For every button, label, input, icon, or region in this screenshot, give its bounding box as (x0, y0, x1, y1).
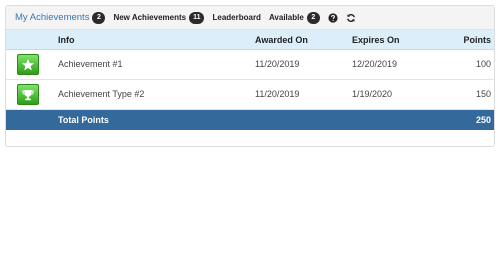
tab-label: Leaderboard (212, 13, 261, 22)
achievement-icon-cell (17, 84, 39, 105)
achievement-info: Achievement Type #2 (58, 89, 145, 99)
table-header: Info Awarded On Expires On Points (6, 30, 494, 50)
tab-bar: My Achievements 2 New Achievements 11 Le… (6, 6, 494, 30)
tab-label: Available (268, 13, 304, 22)
total-points-row: Total Points 250 (6, 110, 494, 130)
achievements-panel: My Achievements 2 New Achievements 11 Le… (5, 5, 495, 147)
awarded-on: 11/20/2019 (255, 89, 300, 99)
refresh-icon[interactable] (346, 13, 356, 23)
tab-leaderboard[interactable]: Leaderboard (212, 13, 260, 22)
achievement-icon-cell (17, 54, 39, 75)
achievement-info: Achievement #1 (58, 59, 123, 69)
column-header-points: Points (463, 35, 491, 45)
awarded-on: 11/20/2019 (255, 59, 300, 69)
expires-on: 12/20/2019 (352, 59, 398, 69)
total-points-label: Total Points (58, 115, 109, 125)
column-header-awarded-on: Awarded On (255, 35, 308, 45)
column-header-expires-on: Expires On (352, 35, 400, 45)
points: 150 (475, 89, 491, 99)
table-row[interactable]: Achievement #1 11/20/2019 12/20/2019 100 (6, 50, 494, 80)
expires-on: 1/19/2020 (352, 89, 393, 99)
star-icon (17, 54, 39, 75)
count-badge: 11 (189, 11, 205, 24)
help-icon[interactable] (328, 12, 338, 23)
total-points-value: 250 (475, 115, 491, 125)
tab-my-achievements[interactable]: My Achievements 2 (15, 11, 106, 24)
tab-available[interactable]: Available 2 (268, 11, 320, 24)
trophy-icon (17, 84, 39, 105)
tab-label: New Achievements (113, 13, 187, 22)
tab-label: My Achievements (15, 12, 90, 23)
table-row[interactable]: Achievement Type #2 11/20/2019 1/19/2020… (6, 80, 494, 110)
tab-new-achievements[interactable]: New Achievements 11 (113, 11, 205, 24)
column-header-info: Info (58, 35, 75, 45)
count-badge: 2 (92, 11, 106, 24)
count-badge: 2 (306, 11, 320, 24)
points: 100 (475, 59, 491, 69)
